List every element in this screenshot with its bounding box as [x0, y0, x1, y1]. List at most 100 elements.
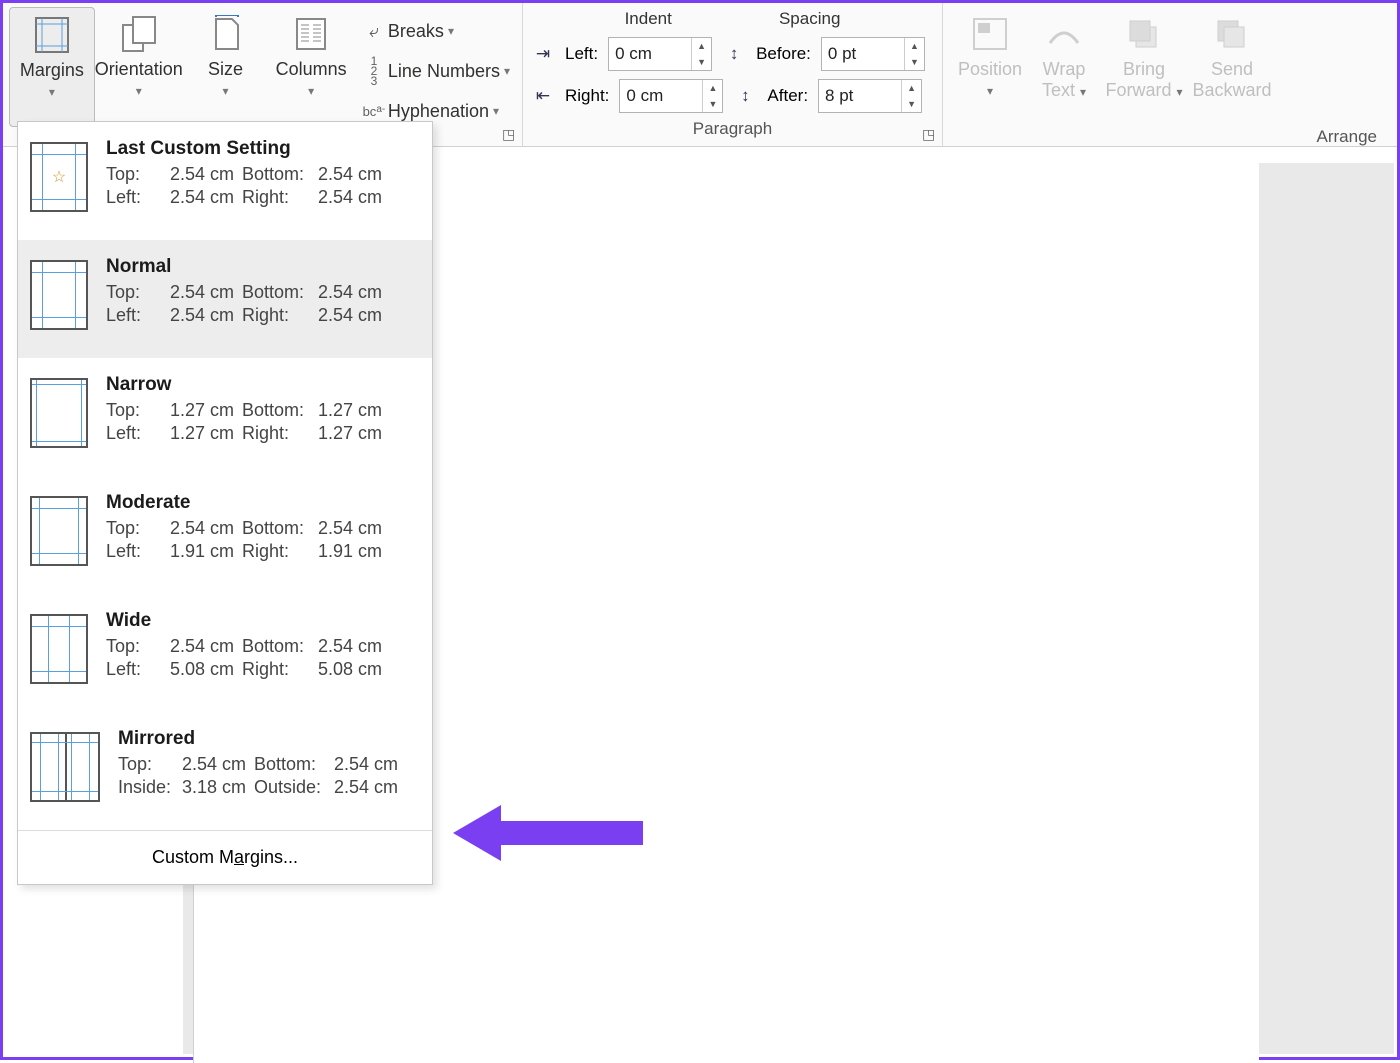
- value-left: 1.27 cm: [170, 423, 242, 444]
- orientation-button[interactable]: Orientation ▾: [95, 7, 183, 127]
- label-bottom: Bottom:: [242, 282, 318, 303]
- chevron-down-icon: ▾: [493, 104, 499, 118]
- margins-option-moderate[interactable]: Moderate Top: 2.54 cm Bottom: 2.54 cm Le…: [18, 476, 432, 594]
- value-top: 2.54 cm: [170, 282, 242, 303]
- custom-margins-label-key: a: [234, 847, 244, 867]
- label-top: Top:: [106, 400, 170, 421]
- chevron-down-icon: ▾: [223, 84, 229, 98]
- value-left: 1.91 cm: [170, 541, 242, 562]
- position-icon: [970, 15, 1010, 53]
- value-right: 1.91 cm: [318, 541, 390, 562]
- value-top: 2.54 cm: [182, 754, 254, 775]
- spacing-before-input[interactable]: 0 pt ▲▼: [821, 37, 925, 71]
- indent-right-input[interactable]: 0 cm ▲▼: [619, 79, 723, 113]
- value-right: 5.08 cm: [318, 659, 390, 680]
- spacing-header: Spacing: [779, 9, 840, 29]
- chevron-down-icon: ▾: [504, 64, 510, 78]
- annotation-arrow-icon: [453, 793, 653, 873]
- label-right: Right:: [242, 423, 318, 444]
- size-icon: [206, 15, 246, 53]
- value-left: 2.54 cm: [170, 305, 242, 326]
- margins-option-title: Mirrored: [118, 728, 420, 750]
- value-bottom: 1.27 cm: [318, 400, 390, 421]
- size-button[interactable]: Size ▾: [183, 7, 269, 127]
- margins-option-title: Narrow: [106, 374, 420, 396]
- value-right: 2.54 cm: [318, 187, 390, 208]
- bring-forward-label-2: Forward: [1105, 80, 1171, 100]
- position-label: Position: [958, 59, 1022, 80]
- margins-option-mirrored[interactable]: Mirrored Top: 2.54 cm Bottom: 2.54 cm In…: [18, 712, 432, 830]
- indent-right-icon: ⇤: [531, 86, 555, 106]
- spinner-up[interactable]: ▲: [905, 38, 924, 54]
- margins-thumb-icon: [30, 260, 88, 330]
- custom-margins-label-prefix: Custom M: [152, 847, 234, 867]
- value-inside: 3.18 cm: [182, 777, 254, 798]
- send-backward-button: Send Backward: [1189, 7, 1275, 127]
- label-right: Right:: [242, 541, 318, 562]
- value-top: 2.54 cm: [170, 164, 242, 185]
- chevron-down-icon: ▾: [1080, 85, 1086, 99]
- wrap-text-icon: [1044, 15, 1084, 53]
- columns-button[interactable]: Columns ▾: [268, 7, 354, 127]
- indent-left-icon: ⇥: [531, 44, 555, 64]
- spacing-after-icon: ↕: [733, 86, 757, 106]
- value-bottom: 2.54 cm: [334, 754, 406, 775]
- line-numbers-icon: 123: [360, 56, 388, 86]
- bring-forward-button: Bring Forward ▾: [1099, 7, 1189, 127]
- indent-left-label: Left:: [565, 44, 598, 64]
- indent-left-input[interactable]: 0 cm ▲▼: [608, 37, 712, 71]
- breaks-icon: ⤶: [360, 21, 388, 42]
- label-top: Top:: [106, 518, 170, 539]
- label-bottom: Bottom:: [242, 518, 318, 539]
- spacing-after-label: After:: [767, 86, 808, 106]
- paragraph-dialog-launcher[interactable]: ◳: [922, 126, 938, 142]
- value-bottom: 2.54 cm: [318, 164, 390, 185]
- spacing-before-value: 0 pt: [822, 44, 904, 64]
- margins-option-normal[interactable]: Normal Top: 2.54 cm Bottom: 2.54 cm Left…: [18, 240, 432, 358]
- margins-option-last-custom[interactable]: ☆ Last Custom Setting Top: 2.54 cm Botto…: [18, 122, 432, 240]
- margins-option-narrow[interactable]: Narrow Top: 1.27 cm Bottom: 1.27 cm Left…: [18, 358, 432, 476]
- value-top: 2.54 cm: [170, 636, 242, 657]
- page-setup-dialog-launcher[interactable]: ◳: [502, 126, 518, 142]
- orientation-label: Orientation: [95, 59, 183, 80]
- spinner-down[interactable]: ▼: [902, 96, 921, 112]
- label-left: Left:: [106, 541, 170, 562]
- spacing-after-value: 8 pt: [819, 86, 901, 106]
- spinner-up[interactable]: ▲: [692, 38, 711, 54]
- line-numbers-button[interactable]: 123 Line Numbers ▾: [360, 51, 510, 91]
- chevron-down-icon: ▾: [49, 85, 55, 99]
- spinner-down[interactable]: ▼: [692, 54, 711, 70]
- label-top: Top:: [106, 636, 170, 657]
- breaks-button[interactable]: ⤶ Breaks ▾: [360, 11, 510, 51]
- margins-option-wide[interactable]: Wide Top: 2.54 cm Bottom: 2.54 cm Left: …: [18, 594, 432, 712]
- margins-thumb-icon: [30, 614, 88, 684]
- label-bottom: Bottom:: [254, 754, 334, 775]
- hyphenation-label: Hyphenation: [388, 101, 489, 122]
- spacing-before-icon: ↕: [722, 44, 746, 64]
- spacing-after-input[interactable]: 8 pt ▲▼: [818, 79, 922, 113]
- margins-thumb-icon: ☆: [30, 142, 88, 212]
- wrap-text-button: Wrap Text ▾: [1029, 7, 1099, 127]
- spinner-down[interactable]: ▼: [905, 54, 924, 70]
- label-right: Right:: [242, 659, 318, 680]
- chevron-down-icon: ▾: [448, 24, 454, 38]
- margins-thumb-icon: [30, 496, 88, 566]
- value-bottom: 2.54 cm: [318, 282, 390, 303]
- label-left: Left:: [106, 423, 170, 444]
- margins-button[interactable]: Margins ▾: [9, 7, 95, 127]
- label-bottom: Bottom:: [242, 636, 318, 657]
- custom-margins-button[interactable]: Custom Margins...: [18, 830, 432, 884]
- wrap-text-label-1: Wrap: [1043, 59, 1086, 80]
- spinner-up[interactable]: ▲: [902, 80, 921, 96]
- spinner-down[interactable]: ▼: [703, 96, 722, 112]
- label-bottom: Bottom:: [242, 400, 318, 421]
- margins-option-title: Normal: [106, 256, 420, 278]
- value-left: 5.08 cm: [170, 659, 242, 680]
- margins-thumb-icon: [30, 732, 100, 802]
- spinner-up[interactable]: ▲: [703, 80, 722, 96]
- label-left: Left:: [106, 659, 170, 680]
- margins-icon: [32, 16, 72, 54]
- columns-icon: [291, 15, 331, 53]
- label-right: Right:: [242, 187, 318, 208]
- value-right: 1.27 cm: [318, 423, 390, 444]
